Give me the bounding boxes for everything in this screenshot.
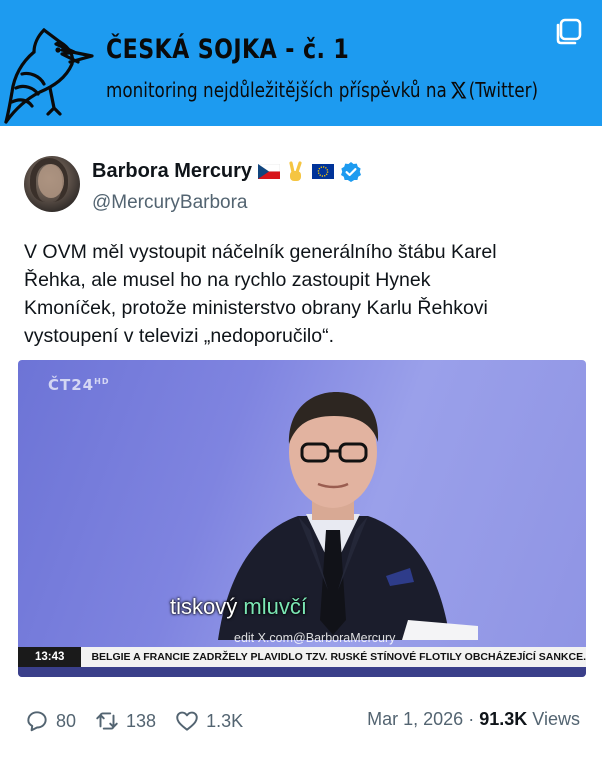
channel-logo: ČT24HD — [48, 376, 109, 394]
views-label: Views — [532, 709, 580, 729]
channel-logo-suffix: HD — [94, 377, 110, 386]
tweet-video[interactable]: ČT24HD tiskový mluvčí edit X.com@Barbora… — [18, 360, 586, 677]
tweet-line: vystoupení v televizi „nedoporučilo“. — [24, 325, 334, 347]
reply-button[interactable]: 80 — [24, 708, 76, 734]
tweet-line: Řehka, ale musel ho na rychlo zastoupit … — [24, 269, 431, 291]
banner-subtitle-suffix: (Twitter) — [468, 78, 539, 102]
verified-badge-icon — [341, 161, 362, 182]
subtitle-word: tiskový — [170, 594, 238, 619]
reply-count: 80 — [56, 710, 77, 731]
channel-logo-text: ČT24 — [48, 376, 95, 394]
tweet-meta: Mar 1, 2026 · 91.3K Views — [367, 709, 580, 730]
video-watermark: edit X.com@BarboraMercury — [234, 631, 396, 645]
tweet-text: V OVM měl vystoupit náčelník generálního… — [24, 238, 584, 350]
author-name-row: Barbora Mercury — [92, 160, 362, 183]
eu-flag-icon — [312, 164, 335, 179]
like-button[interactable]: 1.3K — [174, 708, 243, 734]
meta-separator: · — [468, 709, 475, 729]
news-ticker: 13:43 BELGIE A FRANCIE ZADRŽELY PLAVIDLO… — [18, 647, 586, 667]
banner-subtitle-text: monitoring nejdůležitějších příspěvků na — [106, 78, 447, 102]
ticker-time: 13:43 — [18, 647, 82, 667]
czech-flag-icon — [258, 164, 281, 179]
victory-hand-icon — [289, 160, 302, 181]
heart-icon — [176, 711, 198, 731]
studio-desk — [18, 667, 586, 677]
banner-subtitle: monitoring nejdůležitějších příspěvků na… — [106, 78, 538, 102]
repost-count: 138 — [126, 710, 157, 731]
like-count: 1.3K — [206, 710, 244, 731]
author-handle[interactable]: @MercuryBarbora — [92, 192, 248, 214]
avatar-face — [38, 164, 64, 198]
ticker-text: BELGIE A FRANCIE ZADRŽELY PLAVIDLO TZV. … — [91, 651, 586, 663]
subtitle-highlight-word: mluvčí — [243, 594, 307, 619]
tweet-line: Kmoníček, protože ministerstvo obrany Ka… — [24, 297, 488, 319]
video-subtitle: tiskový mluvčí — [170, 594, 307, 620]
header-banner: ČESKÁ SOJKA - č. 1 monitoring nejdůležit… — [0, 0, 602, 126]
tweet-line: V OVM měl vystoupit náčelník generálního… — [24, 241, 497, 263]
banner-title: ČESKÁ SOJKA - č. 1 — [106, 34, 350, 65]
reply-icon — [27, 711, 47, 732]
views-count: 91.3K — [479, 709, 528, 729]
x-logo-icon — [450, 81, 467, 99]
avatar[interactable] — [24, 156, 80, 212]
author-display-name[interactable]: Barbora Mercury — [92, 160, 252, 183]
repost-button[interactable]: 138 — [94, 708, 156, 734]
copy-icon[interactable] — [552, 16, 584, 48]
tweet-actions: 80 138 1.3K — [24, 706, 261, 736]
blue-jay-icon — [4, 28, 94, 124]
repost-icon — [96, 712, 118, 730]
tweet-date[interactable]: Mar 1, 2026 — [367, 709, 463, 729]
